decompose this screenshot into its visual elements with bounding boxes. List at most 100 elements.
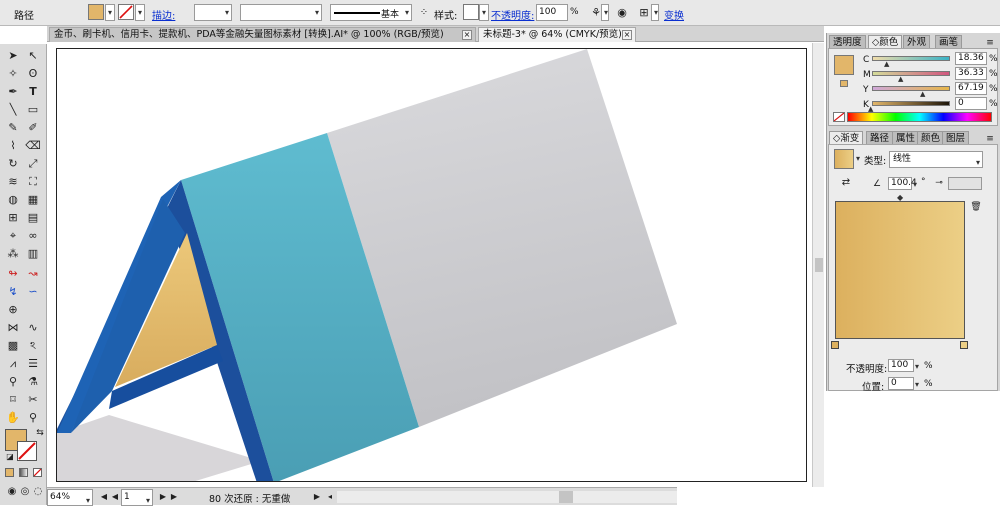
brush-profile-dropdown[interactable]: 基本 ▾ <box>330 4 412 21</box>
angle-dropdown-icon[interactable]: ▾ <box>913 180 917 189</box>
crop-image-tool-icon[interactable]: ⚗ <box>25 374 41 390</box>
type-tool-icon[interactable]: T <box>25 84 41 100</box>
vertical-scroll-thumb[interactable] <box>815 258 823 272</box>
warp-tool-icon[interactable]: ≋ <box>5 174 21 190</box>
tab-transparency[interactable]: 透明度 <box>829 35 866 49</box>
channel-k-slider[interactable] <box>872 101 950 106</box>
scroll-left-icon[interactable]: ◂ <box>322 489 338 505</box>
transform-link[interactable]: 变换 <box>664 7 684 22</box>
artboard-tool-icon[interactable]: ⊕ <box>5 302 21 318</box>
align-icon[interactable]: ⊞ <box>636 5 652 21</box>
delete-stop-icon[interactable]: 🗑 <box>968 199 984 215</box>
tab-attributes[interactable]: 属性 <box>892 131 920 145</box>
direct-selection-tool-icon[interactable]: ↖ <box>25 48 41 64</box>
artboard-crop-icon[interactable]: ⌑ <box>5 392 21 408</box>
stop-location-dropdown-icon[interactable]: ▾ <box>915 380 919 389</box>
draw-inside-icon[interactable]: ◌ <box>30 484 46 500</box>
last-artboard-icon[interactable]: ▶ <box>166 489 182 505</box>
live-paint-select-icon[interactable]: ঽ <box>25 338 41 354</box>
channel-k-input[interactable]: 0 <box>955 97 987 110</box>
align-dropdown[interactable]: ▾ <box>651 4 659 21</box>
chart-tool-icon[interactable]: ⩘ <box>5 356 21 372</box>
tab-gradient[interactable]: ◇渐变 <box>829 131 864 145</box>
rotate-tool-icon[interactable]: ↻ <box>5 156 21 172</box>
measure-tool-icon[interactable]: ⚲ <box>5 374 21 390</box>
column-graph-tool-icon[interactable]: ▥ <box>25 246 41 262</box>
angle-input[interactable]: 100.4 <box>888 177 917 190</box>
gradient-stop-right[interactable] <box>960 341 968 349</box>
opacity-link[interactable]: 不透明度: <box>491 7 534 22</box>
warp-curve-tool-icon[interactable]: ↝ <box>25 266 41 282</box>
zoom-dropdown[interactable]: 64% ▾ <box>47 489 93 506</box>
variable-width-dropdown[interactable]: ▾ <box>240 4 322 21</box>
scissors-tool-icon[interactable]: ✂ <box>25 392 41 408</box>
channel-y-thumb[interactable]: ▲ <box>920 90 925 98</box>
paintbrush-tool-icon[interactable]: ✎ <box>5 120 21 136</box>
artwork[interactable] <box>57 49 807 482</box>
stop-opacity-dropdown-icon[interactable]: ▾ <box>915 362 919 371</box>
zoom-tool-icon[interactable]: ⚲ <box>25 410 41 426</box>
artboard[interactable] <box>56 48 807 482</box>
channel-c-thumb[interactable]: ▲ <box>884 60 889 68</box>
perspective-grid-tool-icon[interactable]: ▦ <box>25 192 41 208</box>
selection-tool-icon[interactable]: ➤ <box>5 48 21 64</box>
color-spectrum-bar[interactable] <box>847 112 992 122</box>
stop-opacity-input[interactable]: 100 <box>888 359 914 372</box>
recolor-icon[interactable]: ⁘ <box>416 5 432 21</box>
channel-m-slider[interactable] <box>872 71 950 76</box>
none-color-icon[interactable] <box>833 112 845 122</box>
channel-c-input[interactable]: 18.36 <box>955 52 987 65</box>
tab-document-2[interactable]: 未标题-3* @ 64% (CMYK/预览) × <box>478 27 636 42</box>
free-transform-tool-icon[interactable]: ⛶ <box>25 174 41 190</box>
stroke-dropdown[interactable]: ▾ <box>135 4 145 21</box>
stroke-weight-input[interactable]: ▾ <box>194 4 232 21</box>
shape-builder-tool-icon[interactable]: ◍ <box>5 192 21 208</box>
list-tool-icon[interactable]: ☰ <box>25 356 41 372</box>
default-colors-icon[interactable]: ◪ <box>2 449 18 465</box>
tab-document-1[interactable]: 金币、刷卡机、信用卡、提款机、PDA等金融矢量图标素材 [转换].AI* @ 1… <box>49 27 476 42</box>
channel-m-input[interactable]: 36.33 <box>955 67 987 80</box>
close-icon[interactable]: × <box>622 30 632 40</box>
line-tool-icon[interactable]: ╲ <box>5 102 21 118</box>
tab-pathfinder[interactable]: 路径 <box>866 131 894 145</box>
blob-brush-tool-icon[interactable]: ⌇ <box>5 138 21 154</box>
channel-m-thumb[interactable]: ▲ <box>898 75 903 83</box>
color-panel-fill-swatch[interactable] <box>834 55 854 75</box>
close-icon[interactable]: × <box>462 30 472 40</box>
opacity-input[interactable]: 100 <box>536 4 568 21</box>
lasso-tool-icon[interactable]: ʘ <box>25 66 41 82</box>
stop-location-input[interactable]: 0 <box>888 377 914 390</box>
live-paint-tool-icon[interactable]: ▩ <box>5 338 21 354</box>
stroke-color-box[interactable] <box>17 441 37 461</box>
none-mode-icon[interactable] <box>33 468 42 477</box>
fill-swatch[interactable] <box>88 4 104 20</box>
gradient-tool-icon[interactable]: ▤ <box>25 210 41 226</box>
horizontal-scrollbar[interactable] <box>337 491 677 503</box>
tab-color-2[interactable]: 颜色 <box>917 131 945 145</box>
tab-appearance[interactable]: 外观 <box>903 35 931 49</box>
shaper-tool-icon[interactable]: ⋈ <box>5 320 21 336</box>
fill-dropdown[interactable]: ▾ <box>105 4 115 21</box>
horizontal-scroll-thumb[interactable] <box>559 491 573 503</box>
reverse-gradient-icon[interactable]: ⇄ <box>838 175 854 191</box>
gradient-preset-dropdown-icon[interactable]: ▾ <box>856 154 860 163</box>
channel-y-slider[interactable] <box>872 86 950 91</box>
isolate-icon[interactable]: ◉ <box>614 5 630 21</box>
slice-tool-icon[interactable]: ↯ <box>5 284 21 300</box>
symbol-sprayer-tool-icon[interactable]: ⁂ <box>5 246 21 262</box>
tab-brushes[interactable]: 画笔 <box>935 35 963 49</box>
knife-tool-icon[interactable]: ∽ <box>25 284 41 300</box>
gradient-preview-swatch[interactable] <box>834 149 854 169</box>
gradient-mode-icon[interactable] <box>19 468 28 477</box>
eyedropper-tool-icon[interactable]: ⌖ <box>5 228 21 244</box>
channel-y-input[interactable]: 67.19 <box>955 82 987 95</box>
doc-setup-dropdown[interactable]: ▾ <box>601 4 609 21</box>
tab-layers[interactable]: 图层 <box>942 131 970 145</box>
gradient-stop-left[interactable] <box>831 341 839 349</box>
swap-colors-icon[interactable]: ⇆ <box>32 425 48 441</box>
color-mode-icon[interactable] <box>5 468 14 477</box>
artboard-number[interactable]: 1 ▾ <box>121 489 153 506</box>
scale-tool-icon[interactable]: ⤢ <box>25 156 41 172</box>
pen-tool-icon[interactable]: ✒ <box>5 84 21 100</box>
pencil-tool-icon[interactable]: ✐ <box>25 120 41 136</box>
